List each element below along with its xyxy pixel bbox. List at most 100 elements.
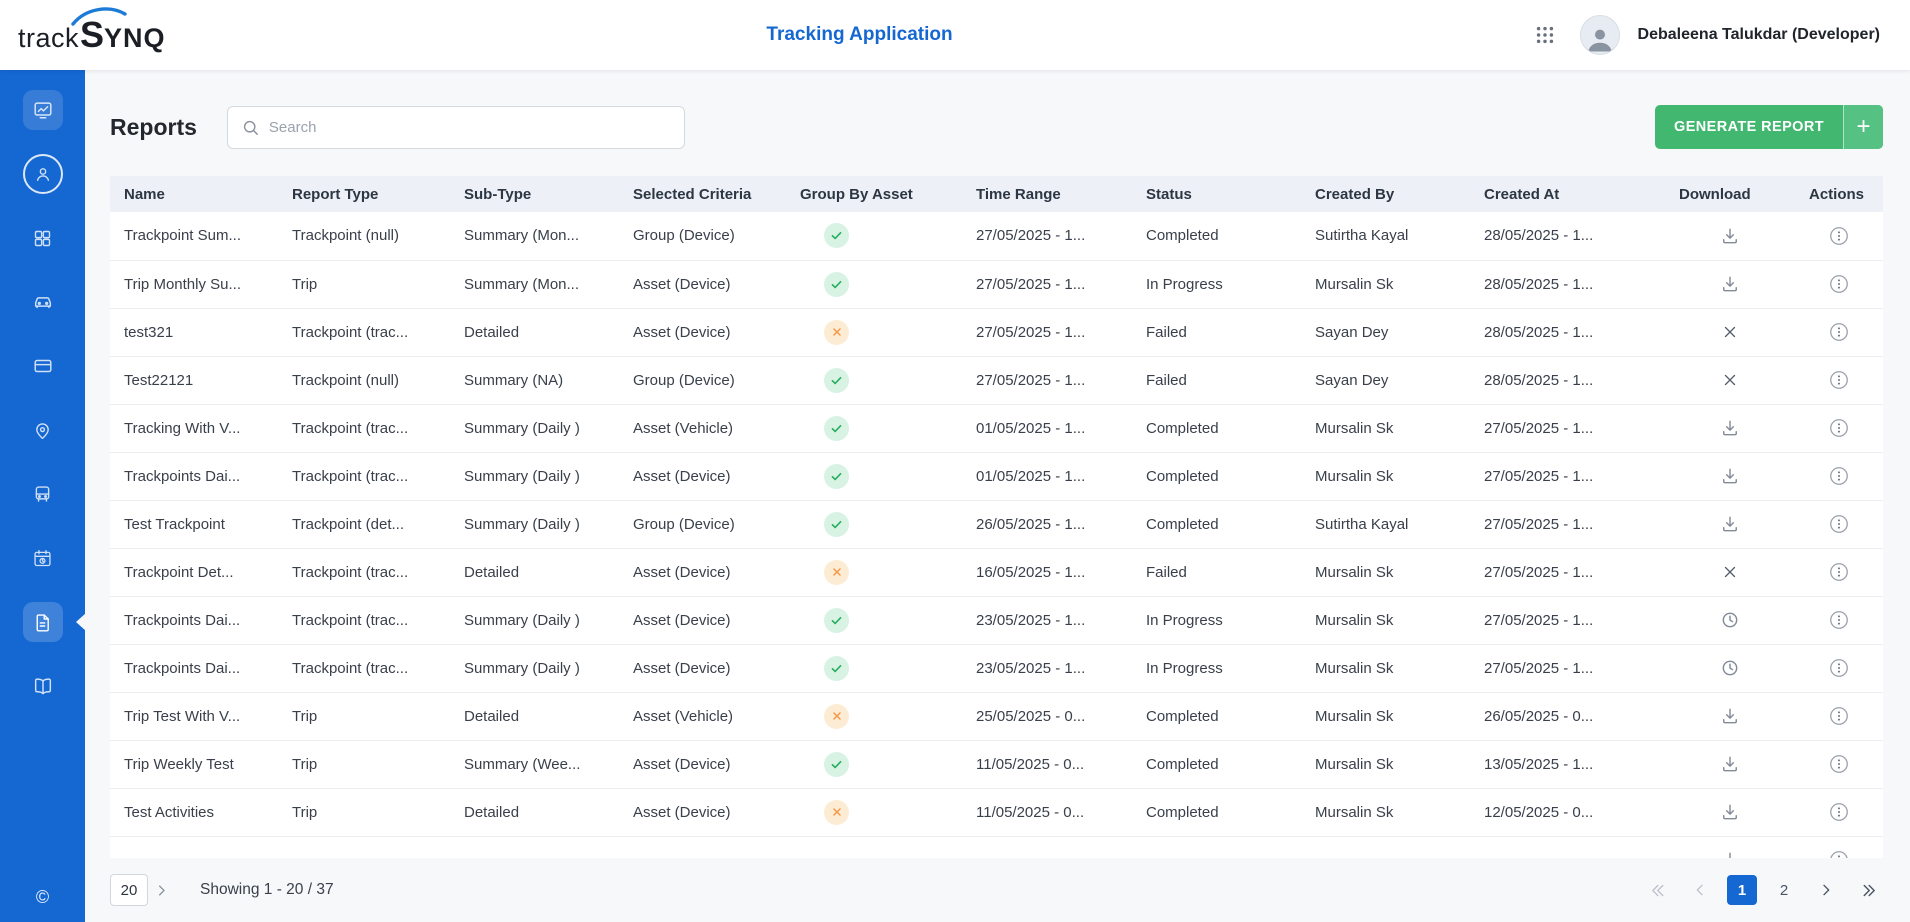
cell-created-by: Sutirtha Kayal xyxy=(1301,500,1470,548)
first-page-icon[interactable] xyxy=(1643,875,1673,905)
sidebar-item-admin[interactable] xyxy=(23,154,63,194)
page-number-1[interactable]: 1 xyxy=(1727,875,1757,905)
download-unavailable-icon[interactable] xyxy=(1721,371,1739,389)
sidebar-item-cards[interactable] xyxy=(23,346,63,386)
download-icon[interactable] xyxy=(1720,802,1740,822)
cell-status: Completed xyxy=(1132,500,1301,548)
cell-download xyxy=(1665,308,1795,356)
cell-time-range: 25/05/2025 - 0... xyxy=(962,692,1132,740)
next-page-icon[interactable] xyxy=(1811,875,1841,905)
cell-actions xyxy=(1795,500,1883,548)
pagination-bar: 20 Showing 1 - 20 / 37 12 xyxy=(110,858,1883,922)
cell-report-type: Trip xyxy=(278,740,450,788)
cell-time-range: 16/05/2025 - 1... xyxy=(962,548,1132,596)
row-actions-menu-icon[interactable] xyxy=(1828,753,1850,775)
showing-range-text: Showing 1 - 20 / 37 xyxy=(200,881,334,899)
last-page-icon[interactable] xyxy=(1853,875,1883,905)
table-row: Test22121Trackpoint (null)Summary (NA)Gr… xyxy=(110,356,1883,404)
row-actions-menu-icon[interactable] xyxy=(1828,513,1850,535)
cell-selected-criteria: Group (Device) xyxy=(619,500,786,548)
row-actions-menu-icon[interactable] xyxy=(1828,417,1850,439)
sidebar-item-vehicles[interactable] xyxy=(23,282,63,322)
download-icon[interactable] xyxy=(1720,418,1740,438)
cell-created-at: 27/05/2025 - 1... xyxy=(1470,500,1665,548)
copyright-icon[interactable]: © xyxy=(0,887,85,908)
check-icon xyxy=(824,608,849,633)
cell-actions xyxy=(1795,740,1883,788)
page-header: Reports GENERATE REPORT + xyxy=(110,104,1883,150)
sidebar-item-schedule[interactable] xyxy=(23,538,63,578)
download-icon[interactable] xyxy=(1720,754,1740,774)
cell-created-at: 27/05/2025 - 1... xyxy=(1470,452,1665,500)
report-document-icon xyxy=(32,612,53,633)
user-avatar[interactable] xyxy=(1580,15,1620,55)
row-actions-menu-icon[interactable] xyxy=(1828,705,1850,727)
generate-report-button[interactable]: GENERATE REPORT + xyxy=(1655,105,1883,149)
row-actions-menu-icon[interactable] xyxy=(1828,369,1850,391)
sidebar-item-fleet[interactable] xyxy=(23,474,63,514)
cell-group-by-asset xyxy=(786,452,962,500)
table-row: Trackpoints Dai...Trackpoint (trac...Sum… xyxy=(110,644,1883,692)
sidebar-item-reports[interactable] xyxy=(23,602,63,642)
cell-selected-criteria: Asset (Device) xyxy=(619,788,786,836)
row-actions-menu-icon[interactable] xyxy=(1828,801,1850,823)
row-actions-menu-icon[interactable] xyxy=(1828,561,1850,583)
page-size-selector[interactable]: 20 xyxy=(110,874,148,906)
brand-logo: track S YNQ xyxy=(18,14,166,56)
cell-group-by-asset xyxy=(786,548,962,596)
user-name[interactable]: Debaleena Talukdar (Developer) xyxy=(1638,26,1880,44)
download-unavailable-icon[interactable] xyxy=(1721,563,1739,581)
search-input[interactable] xyxy=(269,119,671,136)
cross-icon xyxy=(824,704,849,729)
cell-created-by: Mursalin Sk xyxy=(1301,644,1470,692)
download-icon[interactable] xyxy=(1720,850,1740,858)
table-row: Tracking With V...Trackpoint (trac...Sum… xyxy=(110,404,1883,452)
page-size-expander-icon[interactable] xyxy=(148,874,174,906)
apps-grid-icon[interactable] xyxy=(1528,18,1562,52)
sidebar-item-dashboard[interactable] xyxy=(23,90,63,130)
row-actions-menu-icon[interactable] xyxy=(1828,225,1850,247)
cell-time-range: 23/05/2025 - 1... xyxy=(962,596,1132,644)
download-icon[interactable] xyxy=(1720,466,1740,486)
cell-sub-type: Detailed xyxy=(450,548,619,596)
cell-download xyxy=(1665,212,1795,260)
row-actions-menu-icon[interactable] xyxy=(1828,849,1850,858)
cell-name: Trip Weekly Test xyxy=(110,740,278,788)
row-actions-menu-icon[interactable] xyxy=(1828,609,1850,631)
row-actions-menu-icon[interactable] xyxy=(1828,465,1850,487)
download-icon[interactable] xyxy=(1720,226,1740,246)
sidebar-item-locations[interactable] xyxy=(23,410,63,450)
column-header: Download xyxy=(1665,176,1795,212)
sidebar-item-overview[interactable] xyxy=(23,218,63,258)
row-actions-menu-icon[interactable] xyxy=(1828,273,1850,295)
cell-selected-criteria: Asset (Device) xyxy=(619,596,786,644)
report-table-body: Trackpoint Sum...Trackpoint (null)Summar… xyxy=(110,212,1883,858)
cell-name: Trackpoints Dai... xyxy=(110,452,278,500)
download-pending-icon[interactable] xyxy=(1720,658,1740,678)
download-icon[interactable] xyxy=(1720,706,1740,726)
search-icon xyxy=(241,118,260,137)
cell-created-at: 28/05/2025 - 1... xyxy=(1470,308,1665,356)
previous-page-icon[interactable] xyxy=(1685,875,1715,905)
cross-icon xyxy=(824,800,849,825)
page-title: Reports xyxy=(110,114,197,141)
page-number-2[interactable]: 2 xyxy=(1769,875,1799,905)
row-actions-menu-icon[interactable] xyxy=(1828,321,1850,343)
cell-selected-criteria: Asset (Vehicle) xyxy=(619,692,786,740)
sidebar-item-library[interactable] xyxy=(23,666,63,706)
cell-actions xyxy=(1795,404,1883,452)
download-icon[interactable] xyxy=(1720,274,1740,294)
cell-actions xyxy=(1795,788,1883,836)
cell-created-at: 27/05/2025 - 1... xyxy=(1470,644,1665,692)
column-header: Created By xyxy=(1301,176,1470,212)
main-content: Reports GENERATE REPORT + NameReport Typ… xyxy=(85,70,1910,922)
row-actions-menu-icon[interactable] xyxy=(1828,657,1850,679)
download-unavailable-icon[interactable] xyxy=(1721,323,1739,341)
cell-download xyxy=(1665,740,1795,788)
cell-time-range: 26/05/2025 - 1... xyxy=(962,500,1132,548)
download-pending-icon[interactable] xyxy=(1720,610,1740,630)
cell-sub-type: Summary (Daily ) xyxy=(450,452,619,500)
cell-group-by-asset xyxy=(786,212,962,260)
dashboard-icon xyxy=(32,99,54,121)
download-icon[interactable] xyxy=(1720,514,1740,534)
